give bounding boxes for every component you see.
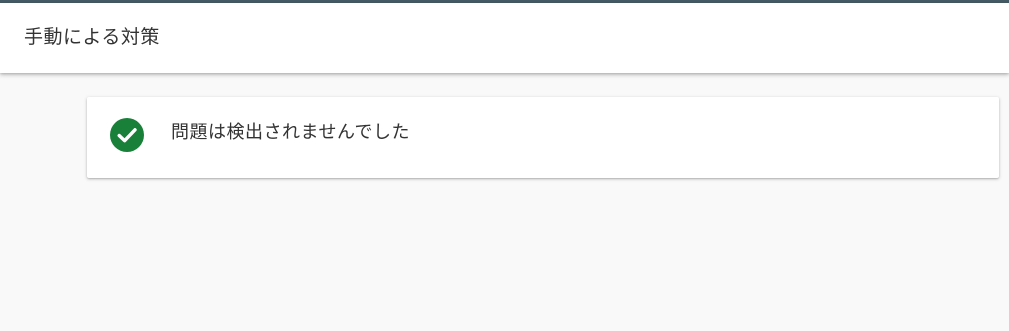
status-card: 問題は検出されませんでした — [87, 97, 999, 178]
page-header: 手動による対策 — [0, 3, 1009, 73]
page-title: 手動による対策 — [24, 26, 160, 48]
check-circle-icon — [110, 118, 144, 152]
status-message: 問題は検出されませんでした — [171, 122, 411, 143]
page: 手動による対策 問題は検出されませんでした — [0, 0, 1009, 331]
